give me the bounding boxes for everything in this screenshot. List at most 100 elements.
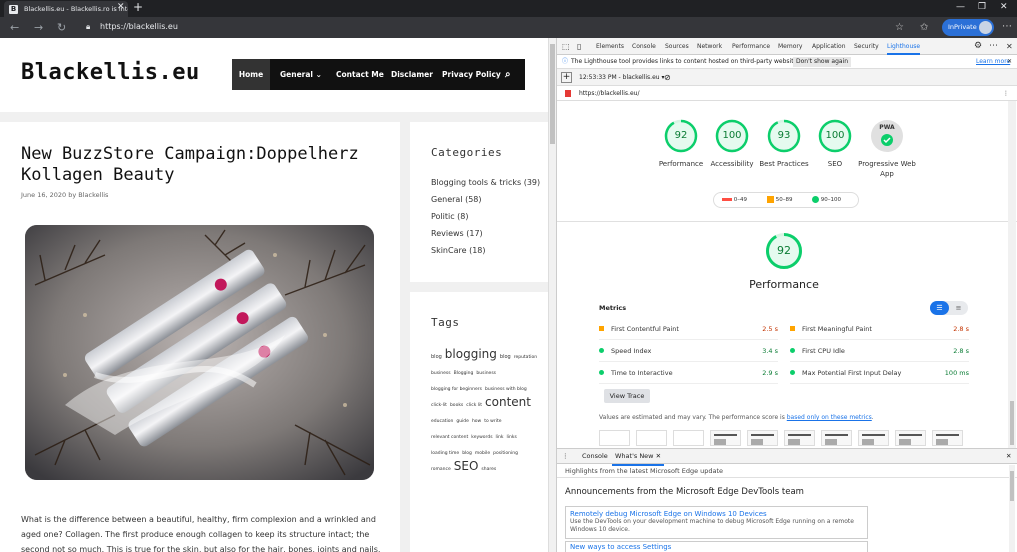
- tag-link[interactable]: positioning: [493, 451, 518, 456]
- tag-link[interactable]: blogging: [445, 347, 497, 361]
- tag-link[interactable]: guide: [456, 419, 469, 424]
- tag-link[interactable]: how: [472, 419, 481, 424]
- nav-privacy[interactable]: Privacy Policy: [442, 59, 501, 90]
- nav-general[interactable]: General ⌄: [280, 59, 322, 90]
- news-card[interactable]: Remotely debug Microsoft Edge on Windows…: [565, 506, 868, 539]
- frame-header: [714, 434, 737, 436]
- category-link[interactable]: Politic (8): [431, 212, 469, 221]
- drawer-menu-icon[interactable]: ⋮: [562, 449, 569, 464]
- category-link[interactable]: Reviews (17): [431, 229, 483, 238]
- favorite-star-icon[interactable]: ☆: [895, 22, 904, 33]
- news-card-title[interactable]: Remotely debug Microsoft Edge on Windows…: [570, 510, 863, 518]
- drawer-scrollbar[interactable]: [1009, 465, 1015, 552]
- page-scrollbar[interactable]: [548, 38, 556, 552]
- drawer-tab-console[interactable]: Console: [582, 449, 608, 464]
- maximize-icon[interactable]: ❐: [978, 2, 986, 12]
- metrics-note-link[interactable]: based only on these metrics: [787, 414, 872, 421]
- frame-header: [825, 434, 848, 436]
- metric-status-icon: [790, 348, 795, 353]
- tag-link[interactable]: mobile: [475, 451, 490, 456]
- metric-row: First Meaningful Paint 2.8 s: [790, 318, 969, 340]
- lock-icon[interactable]: 🔒︎: [86, 22, 90, 32]
- score-gauge[interactable]: 100: [818, 119, 852, 153]
- post-title[interactable]: New BuzzStore Campaign:Doppelherz Kollag…: [21, 144, 381, 186]
- tag-link[interactable]: SEO: [454, 459, 479, 473]
- expanded-view-icon[interactable]: ☰: [930, 301, 949, 315]
- score-gauge[interactable]: 100: [715, 119, 749, 153]
- forward-icon[interactable]: →: [34, 21, 43, 34]
- browser-tab[interactable]: B Blackellis.eu - Blackellis.ro is inte: [4, 1, 128, 17]
- back-icon[interactable]: ←: [10, 21, 19, 34]
- tag-link[interactable]: relevant content: [431, 435, 468, 440]
- metric-value: 3.4 s: [762, 347, 778, 355]
- divider: [557, 221, 1017, 222]
- category-link[interactable]: Blogging tools & tricks (39): [431, 178, 540, 187]
- tag-link[interactable]: blog: [431, 354, 442, 360]
- announcements-title: Announcements from the Microsoft Edge De…: [565, 487, 804, 497]
- score-label: SEO: [827, 160, 843, 168]
- favorites-icon[interactable]: ✩: [920, 22, 928, 33]
- tag-link[interactable]: click lit: [466, 403, 482, 408]
- list-view-icon[interactable]: ≡: [949, 301, 968, 315]
- tag-link[interactable]: links: [507, 435, 517, 440]
- post-image[interactable]: [25, 225, 374, 480]
- frame-image: [751, 439, 763, 445]
- metric-value: 100 ms: [944, 369, 969, 377]
- tag-link[interactable]: Blogging: [454, 371, 474, 376]
- nav-home[interactable]: Home: [232, 59, 270, 90]
- tag-link[interactable]: education: [431, 419, 453, 424]
- legend-red-marker: [722, 198, 732, 201]
- tag-link[interactable]: business: [431, 371, 451, 376]
- tag-link[interactable]: business: [476, 371, 496, 376]
- category-link[interactable]: SkinCare (18): [431, 246, 486, 255]
- more-menu-icon[interactable]: ⋯: [1002, 21, 1012, 32]
- nav-disclaimer[interactable]: Disclamer: [391, 59, 433, 90]
- news-card[interactable]: New ways to access Settings: [565, 541, 868, 552]
- new-tab-button[interactable]: +: [133, 0, 143, 14]
- drawer-scrollbar-thumb[interactable]: [1010, 471, 1014, 501]
- metric-name: Max Potential First Input Delay: [802, 369, 902, 377]
- close-tab-icon[interactable]: ✕: [117, 2, 125, 12]
- tag-link[interactable]: business with blog: [485, 387, 527, 392]
- scrollbar-thumb[interactable]: [550, 44, 555, 144]
- tag-link[interactable]: reputation: [514, 355, 537, 360]
- report-scrollbar[interactable]: [1008, 101, 1016, 448]
- close-drawer-icon[interactable]: ✕: [1006, 449, 1011, 464]
- post-meta: June 16, 2020 by Blackellis: [21, 191, 109, 199]
- refresh-icon[interactable]: ↻: [57, 21, 66, 34]
- search-icon[interactable]: ⌕: [505, 59, 511, 90]
- metric-row: Speed Index 3.4 s: [599, 340, 778, 362]
- drawer-tabs: ⋮ Console What's New ✕ ✕: [557, 449, 1017, 466]
- minimize-icon[interactable]: —: [956, 2, 965, 12]
- tag-link[interactable]: blog: [500, 354, 511, 360]
- tag-link[interactable]: loading time: [431, 451, 459, 456]
- avatar: [979, 21, 992, 34]
- performance-big-gauge: 92: [765, 232, 803, 272]
- report-scrollbar-thumb[interactable]: [1010, 401, 1014, 445]
- url-text[interactable]: https://blackellis.eu: [100, 22, 178, 31]
- tag-link[interactable]: click-lit: [431, 403, 447, 408]
- close-window-icon[interactable]: ✕: [1000, 2, 1008, 12]
- tag-link[interactable]: content: [485, 395, 531, 409]
- category-link[interactable]: General (58): [431, 195, 482, 204]
- score-gauge[interactable]: 93: [767, 119, 801, 153]
- tag-link[interactable]: blog: [462, 451, 472, 456]
- score-gauge[interactable]: 92: [664, 119, 698, 153]
- tag-link[interactable]: blogging for beginners: [431, 387, 482, 392]
- tag-link[interactable]: shares: [481, 467, 496, 472]
- tag-link[interactable]: romance: [431, 467, 451, 472]
- close-icon[interactable]: ✕: [656, 452, 661, 460]
- drawer-tab-whats-new[interactable]: What's New ✕: [612, 449, 665, 466]
- tag-link[interactable]: books: [450, 403, 463, 408]
- view-trace-button[interactable]: View Trace: [604, 389, 650, 403]
- tag-link[interactable]: to write: [484, 419, 501, 424]
- metric-status-icon: [790, 370, 795, 375]
- tag-link[interactable]: link: [496, 435, 504, 440]
- metric-value: 2.8 s: [953, 347, 969, 355]
- nav-contact[interactable]: Contact Me: [336, 59, 384, 90]
- inprivate-badge[interactable]: InPrivate: [942, 19, 994, 36]
- site-logo[interactable]: Blackellis.eu: [21, 60, 200, 85]
- news-card-title[interactable]: New ways to access Settings: [570, 543, 863, 551]
- score-gauge[interactable]: PWA: [870, 119, 904, 153]
- tag-link[interactable]: keywords: [471, 435, 492, 440]
